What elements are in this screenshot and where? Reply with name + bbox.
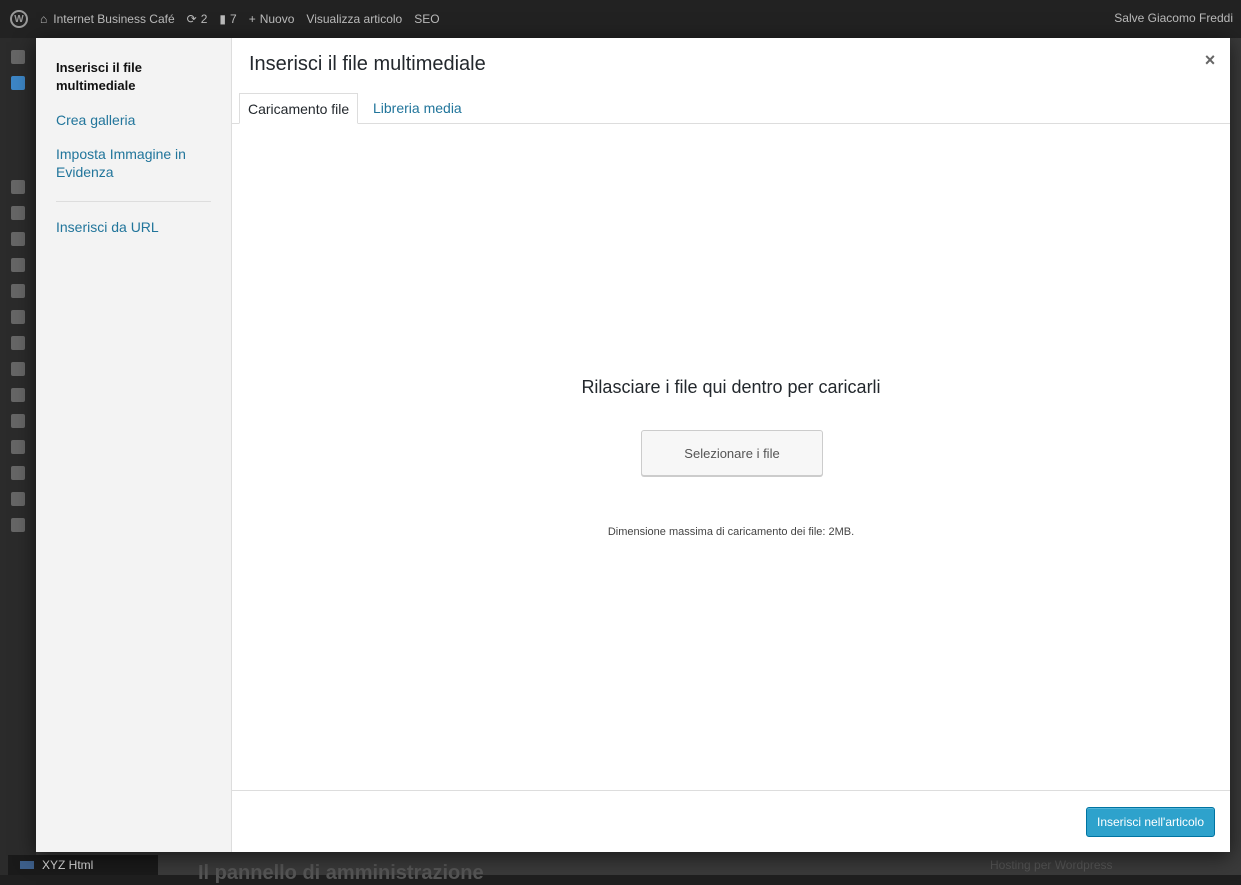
new-link[interactable]: + Nuovo [249, 12, 295, 26]
updates-count: 2 [200, 12, 208, 26]
modal-tabs: Caricamento file Libreria media [232, 93, 1230, 124]
menu-item-featured-image[interactable]: Imposta Immagine in Evidenza [56, 145, 211, 181]
plus-icon: + [248, 12, 256, 26]
dashboard-icon[interactable] [11, 50, 25, 64]
insert-into-post-button[interactable]: Inserisci nell'articolo [1086, 807, 1215, 837]
menu-item-insert-from-url[interactable]: Inserisci da URL [56, 218, 211, 236]
close-icon[interactable]: × [1198, 48, 1222, 72]
comments-count: 7 [230, 12, 237, 26]
site-name-link[interactable]: ⌂ Internet Business Café [40, 12, 175, 26]
plugin-icon [20, 861, 34, 869]
max-upload-size-text: Dimensione massima di caricamento dei fi… [607, 526, 855, 538]
gear-icon[interactable] [11, 518, 25, 532]
media-icon[interactable] [11, 180, 25, 194]
select-files-button[interactable]: Selezionare i file [641, 430, 823, 476]
tab-upload-files[interactable]: Caricamento file [239, 93, 359, 124]
modal-title: Inserisci il file multimediale [249, 53, 486, 75]
feedback-icon[interactable] [11, 284, 25, 298]
posts-icon[interactable] [11, 76, 25, 90]
media-modal: Inserisci il file multimediale Crea gall… [36, 38, 1230, 852]
tab-media-library[interactable]: Libreria media [365, 93, 470, 124]
media-modal-menu: Inserisci il file multimediale Crea gall… [36, 38, 232, 852]
forms-icon[interactable] [11, 310, 25, 324]
settings-icon[interactable] [11, 362, 25, 376]
comment-icon: ▮ [219, 12, 227, 26]
refresh-icon: ⟳ [186, 12, 197, 26]
comments-link[interactable]: ▮ 7 [219, 12, 236, 26]
comments-icon[interactable] [11, 258, 25, 272]
grid-icon[interactable] [11, 492, 25, 506]
admin-sidebar [0, 38, 36, 875]
background-widget-text: Hosting per Wordpress [990, 858, 1113, 872]
plugins-icon[interactable] [11, 388, 25, 402]
tools-icon[interactable] [11, 414, 25, 428]
new-label: Nuovo [259, 12, 295, 26]
seo-link[interactable]: SEO [414, 12, 439, 26]
plugin-label: XYZ Html [42, 858, 94, 872]
drop-zone-text: Rilasciare i file qui dentro per caricar… [581, 377, 881, 397]
pages-icon[interactable] [11, 206, 25, 220]
view-post-link[interactable]: Visualizza articolo [306, 12, 402, 26]
menu-item-insert-media[interactable]: Inserisci il file multimediale [56, 59, 211, 95]
site-name-label: Internet Business Café [53, 12, 175, 26]
home-icon: ⌂ [40, 12, 48, 26]
user-greeting[interactable]: Salve Giacomo Freddi [1114, 11, 1233, 25]
admin-bar: W ⌂ Internet Business Café ⟳ 2 ▮ 7 + Nuo… [0, 0, 1241, 38]
background-page-heading: Il pannello di amministrazione [198, 862, 484, 884]
wrench-icon[interactable] [11, 466, 25, 480]
menu-separator [56, 201, 211, 202]
menu-item-create-gallery[interactable]: Crea galleria [56, 111, 211, 129]
wordpress-logo-icon[interactable]: W [10, 10, 28, 28]
appearance-icon[interactable] [11, 336, 25, 350]
plugin-menu-item[interactable]: XYZ Html [8, 855, 158, 875]
users-icon[interactable] [11, 440, 25, 454]
modal-toolbar: Inserisci nell'articolo [232, 790, 1230, 852]
pin-icon[interactable] [11, 232, 25, 246]
updates-link[interactable]: ⟳ 2 [187, 12, 208, 26]
